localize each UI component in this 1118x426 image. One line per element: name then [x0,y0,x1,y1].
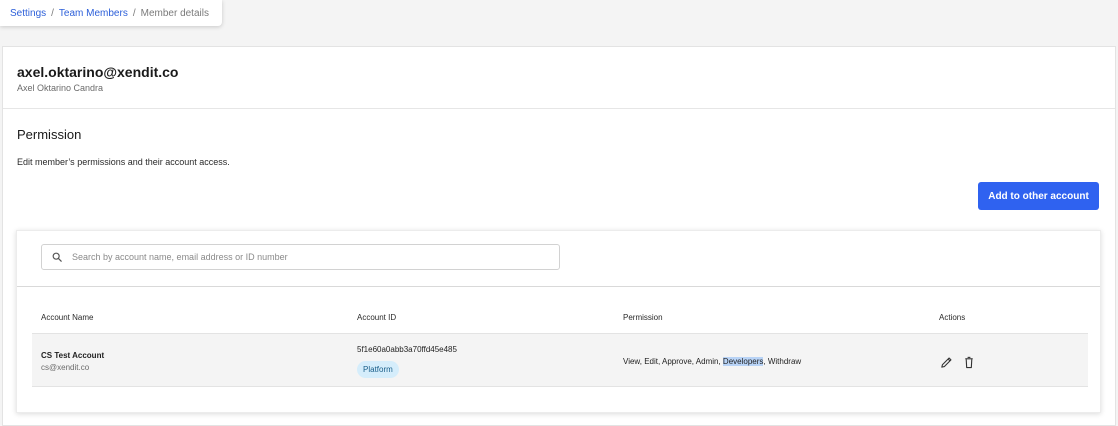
breadcrumb-settings-link[interactable]: Settings [10,8,46,19]
permission-highlighted: Developers [722,357,764,366]
breadcrumb-separator: / [132,7,136,19]
permission-description: Edit member’s permissions and their acco… [17,157,230,167]
breadcrumb-separator: / [51,7,54,19]
search-icon [52,252,62,262]
search-input[interactable] [70,251,544,263]
search-field[interactable] [41,244,560,270]
platform-badge: Platform [357,361,399,378]
section-divider [3,108,1115,109]
permission-list: View, Edit, Approve, Admin, Developers, … [623,357,801,366]
permission-title: Permission [17,127,82,142]
table-row: CS Test Account cs@xendit.co 5f1e60a0abb… [32,333,1088,387]
account-email: cs@xendit.co [41,363,90,372]
permission-list-start: View, Edit, Approve, Admin, [623,357,723,366]
member-email: axel.oktarino@xendit.co [17,64,179,80]
delete-button[interactable] [961,354,977,370]
accounts-table-card: Account Name Account ID Permission Actio… [16,230,1101,413]
add-to-other-account-button[interactable]: Add to other account [978,182,1099,210]
account-id: 5f1e60a0abb3a70ffd45e485 [357,345,457,354]
member-details-card: axel.oktarino@xendit.co Axel Oktarino Ca… [2,46,1116,426]
edit-button[interactable] [938,354,954,370]
header-actions: Actions [939,313,966,322]
header-permission: Permission [623,313,663,322]
breadcrumb: Settings / Team Members / Member details [0,0,222,26]
trash-icon [965,356,973,368]
member-full-name: Axel Oktarino Candra [17,83,104,93]
header-account-name: Account Name [41,313,94,322]
permission-list-end: , Withdraw [763,357,802,366]
pencil-icon [940,356,952,368]
account-name: CS Test Account [41,351,105,360]
breadcrumb-current: Member details [140,7,209,19]
table-divider [17,286,1100,287]
breadcrumb-team-members-link[interactable]: Team Members [59,8,128,19]
header-account-id: Account ID [357,313,397,322]
